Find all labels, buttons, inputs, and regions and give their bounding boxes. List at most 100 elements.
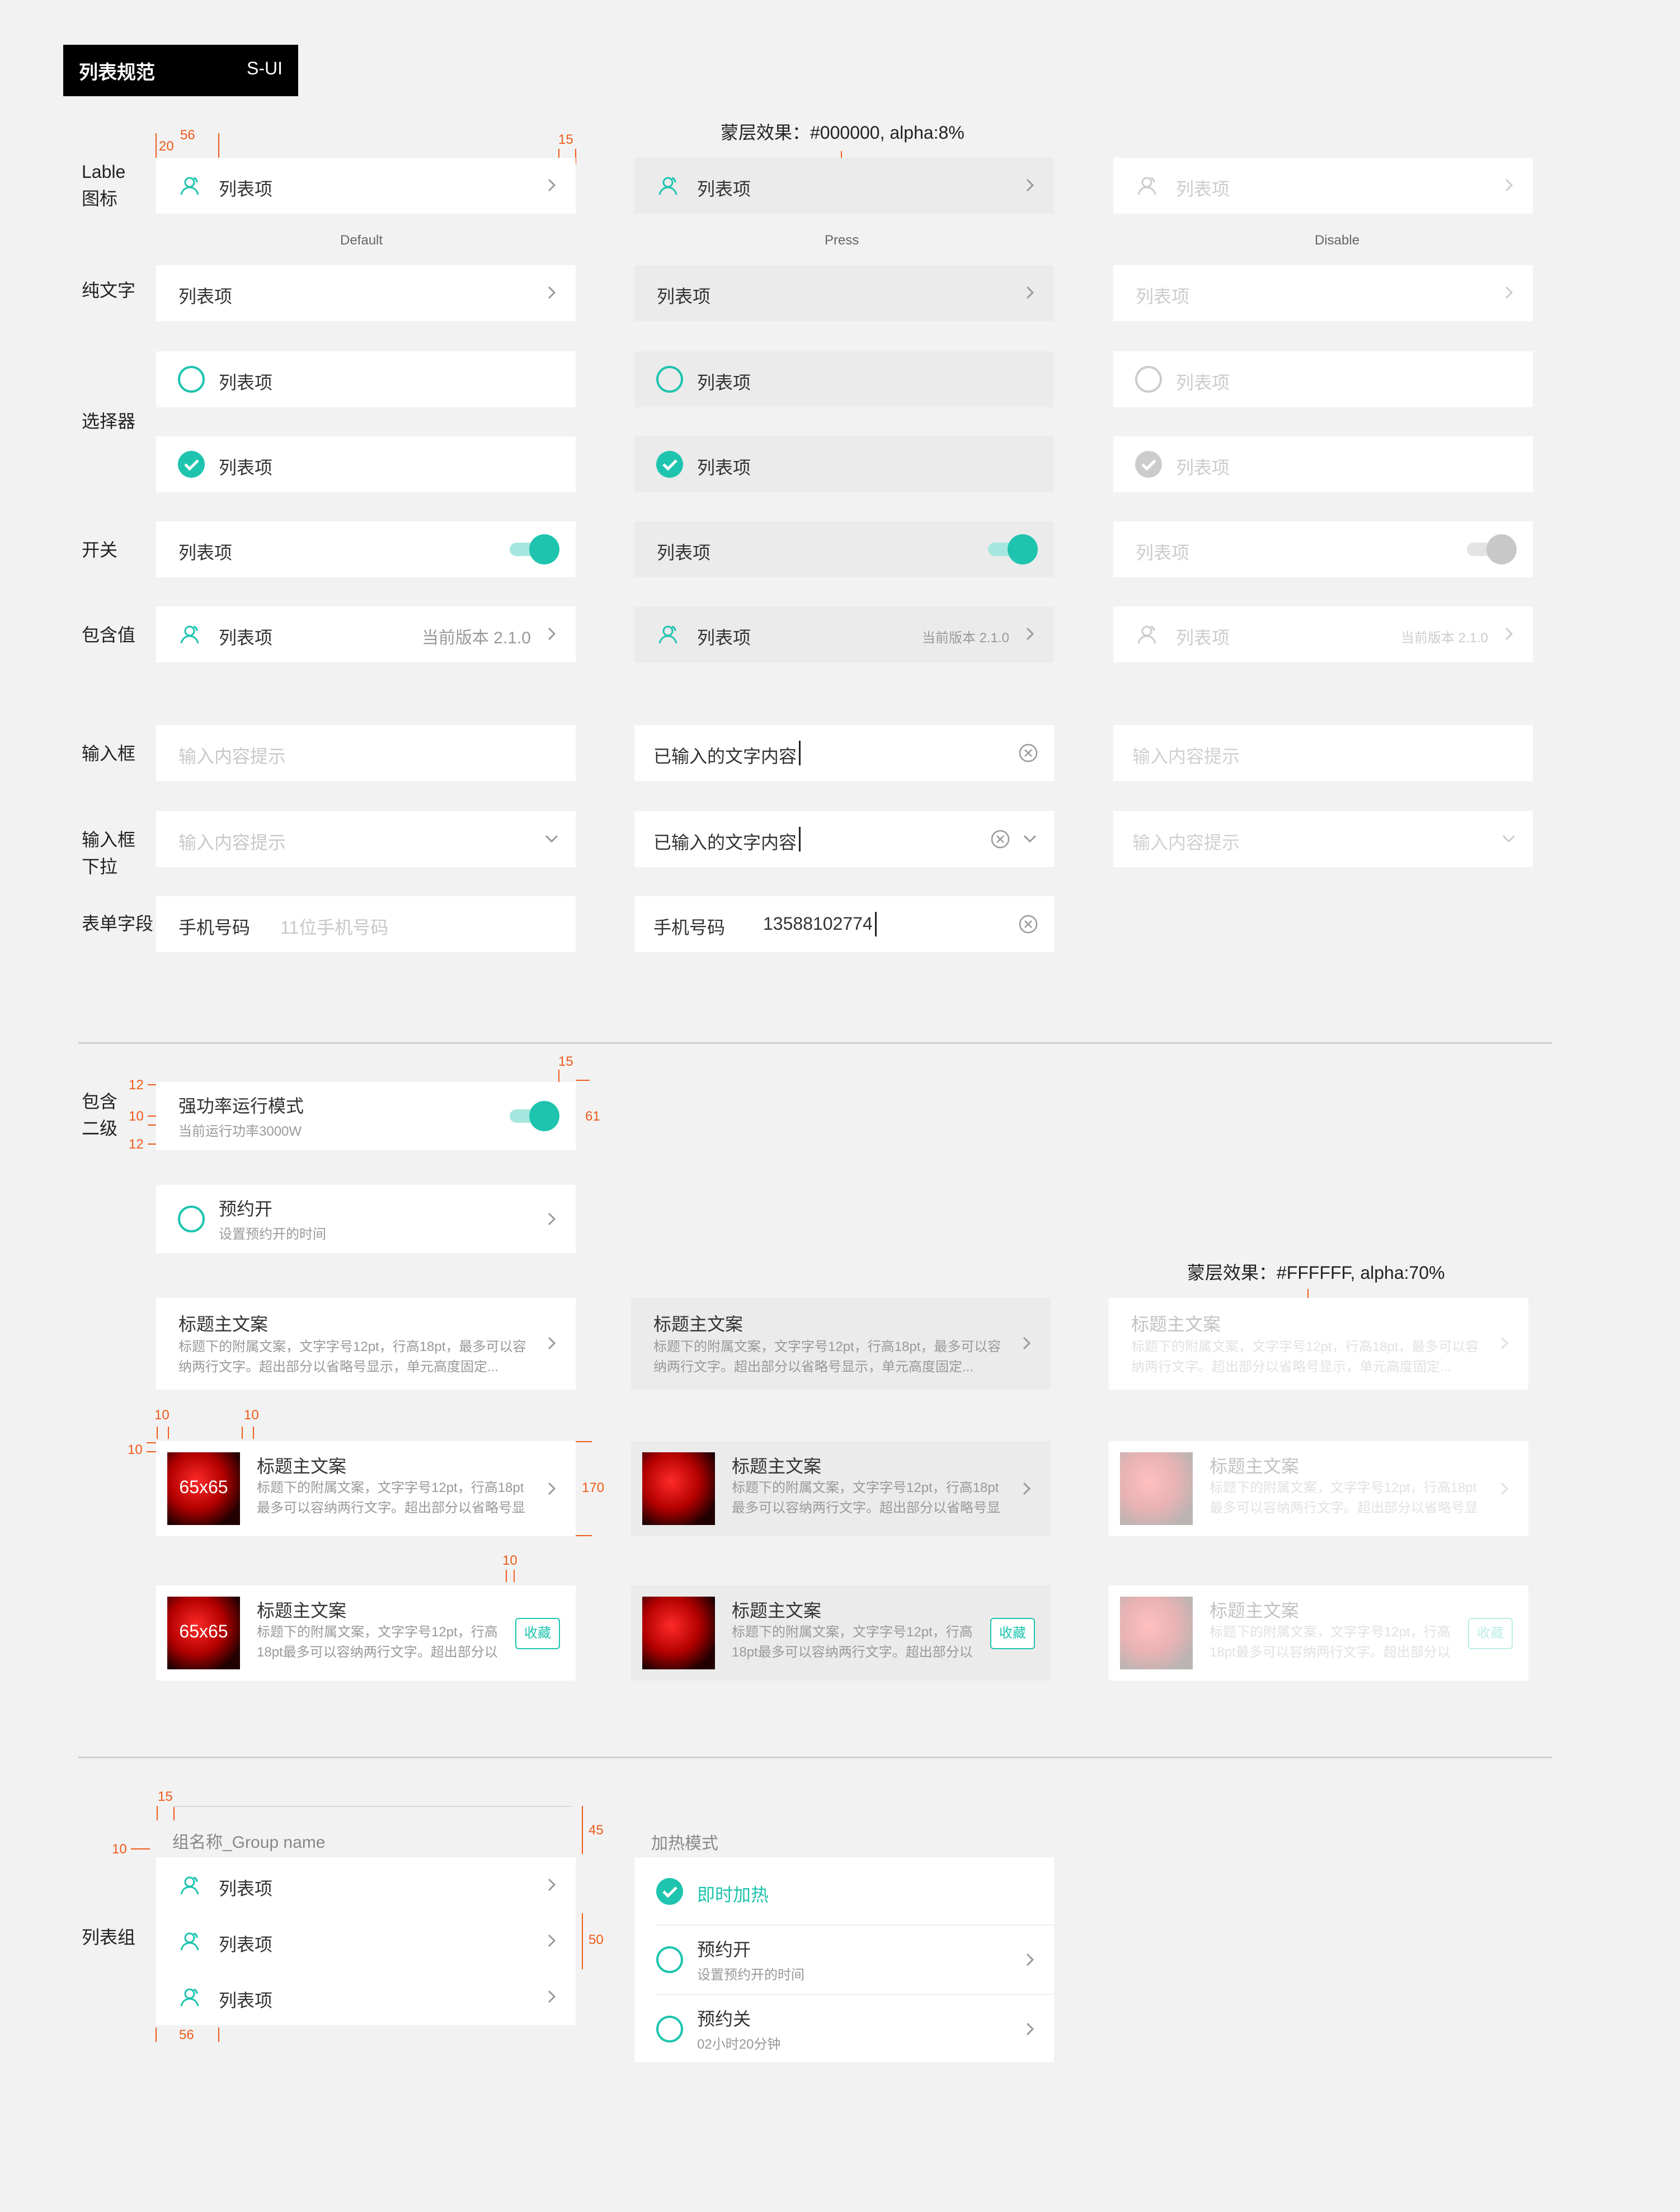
clear-icon[interactable] <box>1018 743 1038 763</box>
row-label: 图标 <box>82 189 118 209</box>
list-item-with-icon-press[interactable]: 列表项 <box>634 158 1054 214</box>
row-label: 纯文字 <box>82 280 136 300</box>
card-desc: 标题下的附属文案，文字字号12pt，行高 <box>257 1625 498 1640</box>
field-label: 手机号码 <box>178 917 251 938</box>
toggle-switch[interactable] <box>510 534 560 565</box>
group-item[interactable]: 列表项 <box>156 1857 576 1913</box>
field-placeholder: 11位手机号码 <box>280 917 389 938</box>
chevron-down-icon <box>1500 830 1517 847</box>
item-value: 当前版本 2.1.0 <box>421 629 531 647</box>
spec-value: 15 <box>158 1789 173 1804</box>
dropdown-input[interactable]: 输入内容提示 <box>156 811 576 867</box>
spec-value: 56 <box>179 2027 194 2042</box>
spec-marker <box>253 1427 254 1439</box>
value-item-press[interactable]: 列表项 当前版本 2.1.0 <box>634 606 1054 662</box>
spec-marker <box>218 2027 219 2042</box>
favorite-button[interactable]: 收藏 <box>990 1618 1035 1649</box>
spec-value: 10 <box>154 1408 170 1423</box>
chevron-right-icon <box>543 625 560 642</box>
item-label: 列表项 <box>219 1935 273 1955</box>
clear-icon[interactable] <box>1018 914 1038 934</box>
option-title: 预约关 <box>697 2009 751 2029</box>
user-icon <box>178 1986 201 2008</box>
radio-icon <box>656 2015 684 2043</box>
row-label: 下拉 <box>82 856 118 877</box>
text-input[interactable]: 输入内容提示 <box>156 725 576 781</box>
radio-icon <box>1135 365 1163 393</box>
list-group: 列表项 列表项 列表项 <box>156 1857 576 2025</box>
card-title: 标题主文案 <box>257 1601 347 1621</box>
dropdown-input-filled[interactable]: 已输入的文字内容 <box>634 811 1054 867</box>
item-label: 列表项 <box>697 179 751 199</box>
two-level-radio-item[interactable]: 预约开 设置预约开的时间 <box>156 1185 576 1253</box>
toggle-switch[interactable] <box>988 534 1038 565</box>
radio-item[interactable]: 列表项 <box>156 351 576 407</box>
spec-value: 56 <box>180 128 195 143</box>
user-icon <box>657 623 679 646</box>
user-icon <box>178 1874 201 1896</box>
button-card[interactable]: 65x65 标题主文案 标题下的附属文案，文字字号12pt，行高 18pt最多可… <box>156 1585 576 1681</box>
input-placeholder: 输入内容提示 <box>1132 746 1240 766</box>
button-card-press[interactable]: 标题主文案 标题下的附属文案，文字字号12pt，行高 18pt最多可以容纳两行文… <box>631 1585 1051 1681</box>
radio-item-checked[interactable]: 列表项 <box>156 436 576 492</box>
group-item[interactable]: 列表项 <box>156 1969 576 2025</box>
chevron-down-icon[interactable] <box>543 830 560 847</box>
image-card-press[interactable]: 标题主文案 标题下的附属文案，文字字号12pt，行高18pt 最多可以容纳两行文… <box>631 1441 1051 1536</box>
page-header: 列表规范 S-UI <box>63 45 298 96</box>
input-value: 已输入的文字内容 <box>653 832 797 853</box>
text-input-filled[interactable]: 已输入的文字内容 <box>634 725 1054 781</box>
switch-item-press[interactable]: 列表项 <box>634 521 1054 577</box>
spec-value: 45 <box>589 1823 604 1838</box>
two-level-switch-item[interactable]: 强功率运行模式 当前运行功率3000W <box>156 1082 576 1150</box>
image-card[interactable]: 65x65 标题主文案 标题下的附属文案，文字字号12pt，行高18pt 最多可… <box>156 1441 576 1536</box>
favorite-button[interactable]: 收藏 <box>515 1618 560 1649</box>
user-icon <box>657 175 679 197</box>
clear-icon[interactable] <box>990 829 1010 849</box>
value-item-disabled: 列表项 当前版本 2.1.0 <box>1113 606 1533 662</box>
item-label: 列表项 <box>178 286 233 307</box>
text-card-press[interactable]: 标题主文案 标题下的附属文案，文字字号12pt，行高18pt，最多可以容 纳两行… <box>631 1298 1051 1390</box>
chevron-right-icon <box>543 1211 560 1227</box>
card-desc: 18pt最多可以容纳两行文字。超出部分以 <box>257 1645 498 1660</box>
item-label: 列表项 <box>657 543 711 563</box>
heat-option-selected[interactable]: 即时加热 <box>634 1857 1054 1924</box>
text-card[interactable]: 标题主文案 标题下的附属文案，文字字号12pt，行高18pt，最多可以容 纳两行… <box>156 1298 576 1390</box>
page-title: 列表规范 <box>79 62 155 83</box>
heat-option[interactable]: 预约开 设置预约开的时间 <box>634 1926 1054 1994</box>
state-label-disable: Disable <box>1315 233 1360 248</box>
spec-value: 12 <box>129 1137 144 1152</box>
switch-item-disabled: 列表项 <box>1113 521 1533 577</box>
item-label: 列表项 <box>219 1879 273 1899</box>
chevron-right-icon <box>1022 284 1038 301</box>
item-label: 列表项 <box>219 628 273 648</box>
chevron-right-icon <box>1018 1335 1035 1352</box>
switch-item[interactable]: 列表项 <box>156 521 576 577</box>
chevron-down-icon[interactable] <box>1022 830 1038 847</box>
chevron-right-icon <box>543 1988 560 2005</box>
group-item[interactable]: 列表项 <box>156 1913 576 1969</box>
chevron-right-icon <box>1022 625 1038 642</box>
radio-item-press[interactable]: 列表项 <box>634 351 1054 407</box>
list-item-text[interactable]: 列表项 <box>156 265 576 321</box>
form-field-filled[interactable]: 手机号码 13588102774 <box>634 896 1054 952</box>
radio-item-checked-press[interactable]: 列表项 <box>634 436 1054 492</box>
item-label: 列表项 <box>219 179 273 199</box>
card-title: 标题主文案 <box>653 1314 743 1334</box>
spec-value: 10 <box>502 1553 517 1568</box>
heat-option[interactable]: 预约关 02小时20分钟 <box>634 1995 1054 2062</box>
item-label: 列表项 <box>219 458 273 478</box>
spec-marker <box>157 1427 158 1439</box>
list-item-text-press[interactable]: 列表项 <box>634 265 1054 321</box>
card-desc: 最多可以容纳两行文字。超出部分以省略号显 <box>257 1500 525 1516</box>
chevron-right-icon <box>1022 177 1038 194</box>
toggle-switch[interactable] <box>510 1100 560 1132</box>
field-label: 手机号码 <box>653 917 726 938</box>
user-icon <box>178 175 201 197</box>
item-value: 当前版本 2.1.0 <box>1400 630 1488 646</box>
form-field[interactable]: 手机号码 11位手机号码 <box>156 896 576 952</box>
spec-value: 20 <box>159 139 174 154</box>
list-item-with-icon[interactable]: 列表项 <box>156 158 576 214</box>
card-desc: 标题下的附属文案，文字字号12pt，行高18pt <box>732 1480 999 1495</box>
item-label: 列表项 <box>1176 458 1230 478</box>
value-item[interactable]: 列表项 当前版本 2.1.0 <box>156 606 576 662</box>
